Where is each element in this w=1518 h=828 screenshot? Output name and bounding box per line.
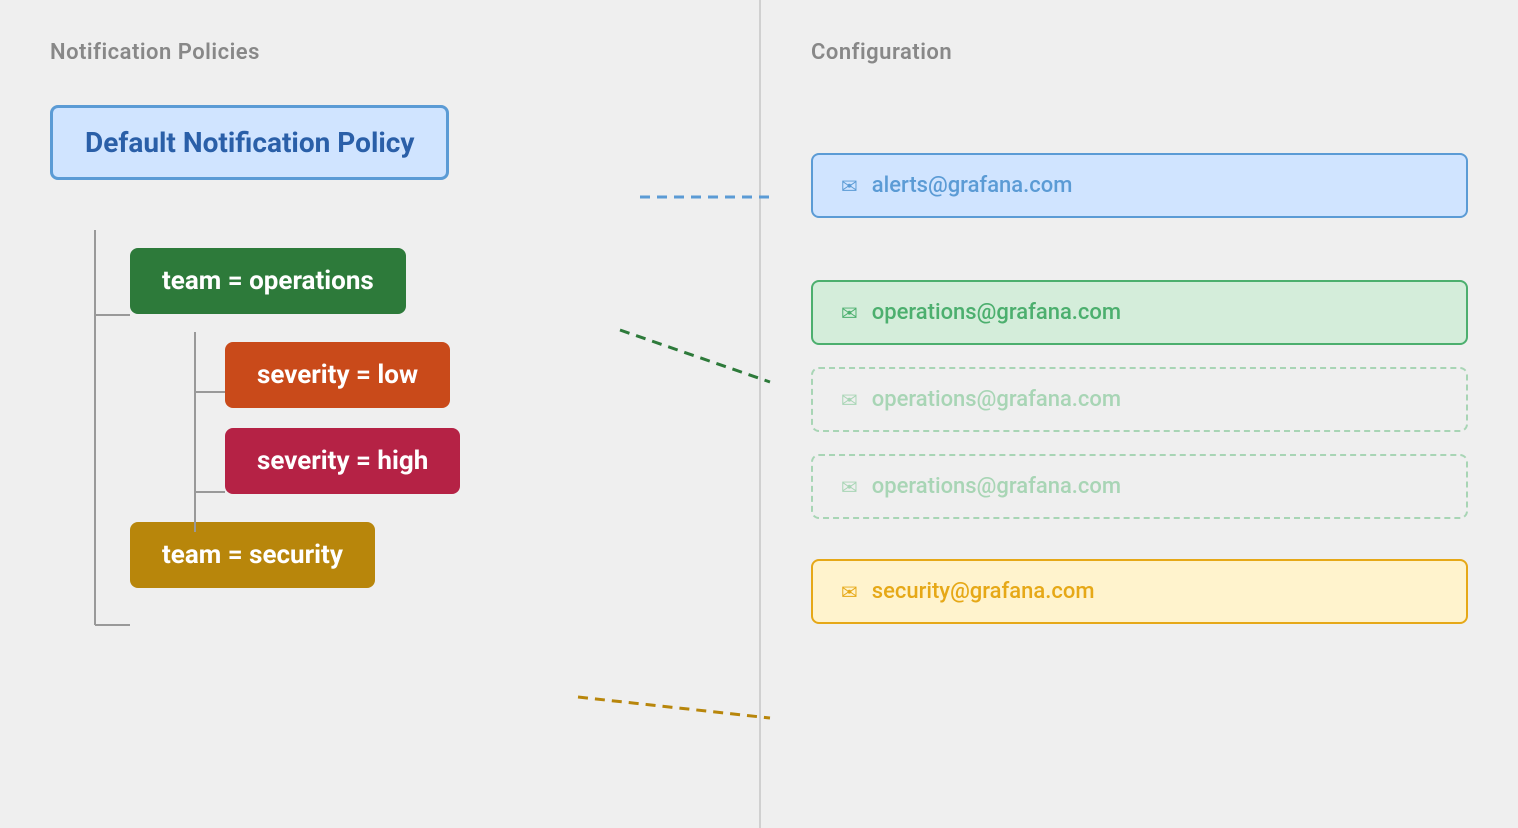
config-operations-box: ✉ operations@grafana.com	[811, 280, 1468, 345]
email-icon-faded-2: ✉	[841, 475, 858, 499]
email-icon-default: ✉	[841, 174, 858, 198]
security-policy-box: team = security	[130, 522, 375, 588]
config-default-box: ✉ alerts@grafana.com	[811, 153, 1468, 218]
email-icon-operations: ✉	[841, 301, 858, 325]
config-security-email: security@grafana.com	[872, 579, 1095, 604]
left-panel-title: Notification Policies	[50, 40, 709, 65]
email-icon-faded-1: ✉	[841, 388, 858, 412]
config-faded-2-email: operations@grafana.com	[872, 474, 1121, 499]
config-operations-faded-1: ✉ operations@grafana.com	[811, 367, 1468, 432]
config-default-email: alerts@grafana.com	[872, 173, 1073, 198]
operations-policy-box: team = operations	[130, 248, 406, 314]
default-policy-box: Default Notification Policy	[50, 105, 449, 180]
config-operations-email: operations@grafana.com	[872, 300, 1121, 325]
email-icon-security: ✉	[841, 580, 858, 604]
right-panel-title: Configuration	[811, 40, 1468, 65]
config-operations-faded-2: ✉ operations@grafana.com	[811, 454, 1468, 519]
config-faded-1-email: operations@grafana.com	[872, 387, 1121, 412]
severity-high-box: severity = high	[225, 428, 460, 494]
config-security-box: ✉ security@grafana.com	[811, 559, 1468, 624]
severity-low-box: severity = low	[225, 342, 450, 408]
